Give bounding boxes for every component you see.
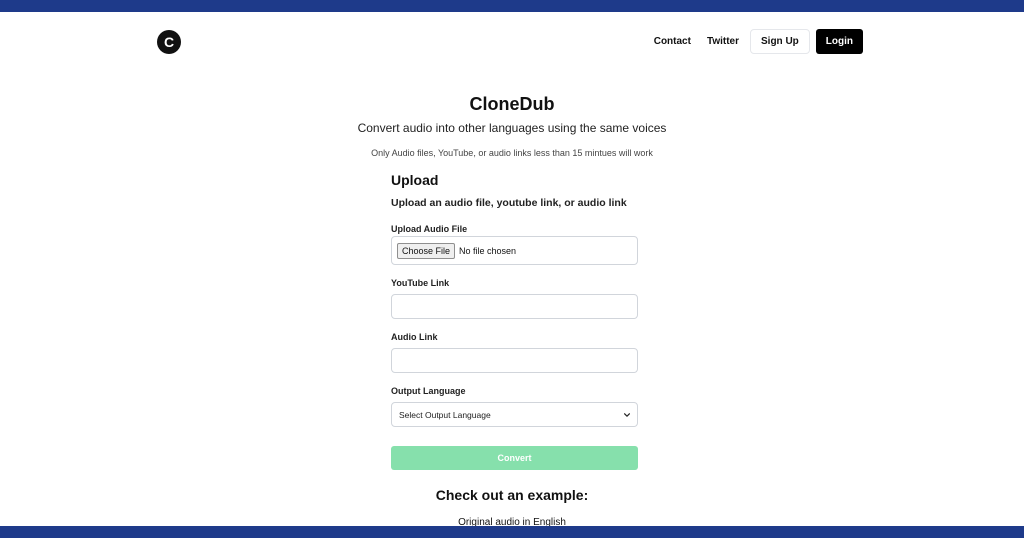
nav: Contact Twitter Sign Up Login bbox=[638, 28, 863, 54]
audio-link-input[interactable] bbox=[391, 348, 638, 373]
example-heading: Check out an example: bbox=[435, 487, 589, 503]
page-subtitle: Convert audio into other languages using… bbox=[357, 121, 667, 135]
audio-link-label: Audio Link bbox=[391, 332, 438, 342]
file-input[interactable]: Choose File No file chosen bbox=[391, 236, 638, 265]
logo[interactable]: C bbox=[157, 30, 181, 54]
signup-button[interactable]: Sign Up bbox=[750, 28, 810, 54]
chevron-down-icon bbox=[624, 412, 630, 417]
upload-limit-note: Only Audio files, YouTube, or audio link… bbox=[371, 148, 653, 158]
upload-heading: Upload bbox=[391, 172, 439, 188]
header: C Contact Twitter Sign Up Login bbox=[157, 28, 863, 54]
nav-twitter-link[interactable]: Twitter bbox=[707, 36, 739, 47]
output-language-label: Output Language bbox=[391, 386, 466, 396]
file-status: No file chosen bbox=[459, 245, 517, 256]
output-language-value: Select Output Language bbox=[399, 409, 491, 420]
choose-file-button[interactable]: Choose File bbox=[397, 242, 456, 259]
convert-button[interactable]: Convert bbox=[391, 446, 638, 470]
logo-letter: C bbox=[163, 34, 175, 50]
upload-description: Upload an audio file, youtube link, or a… bbox=[391, 197, 627, 209]
nav-contact-link[interactable]: Contact bbox=[654, 36, 691, 47]
output-language-select[interactable]: Select Output Language bbox=[391, 402, 638, 427]
upload-audio-label: Upload Audio File bbox=[391, 224, 468, 234]
login-button[interactable]: Login bbox=[815, 28, 863, 54]
youtube-link-label: YouTube Link bbox=[391, 278, 450, 288]
youtube-link-input[interactable] bbox=[391, 294, 638, 319]
bottom-frame-bar bbox=[0, 526, 1024, 538]
top-frame-bar bbox=[0, 0, 1024, 12]
page-title: CloneDub bbox=[469, 94, 555, 114]
